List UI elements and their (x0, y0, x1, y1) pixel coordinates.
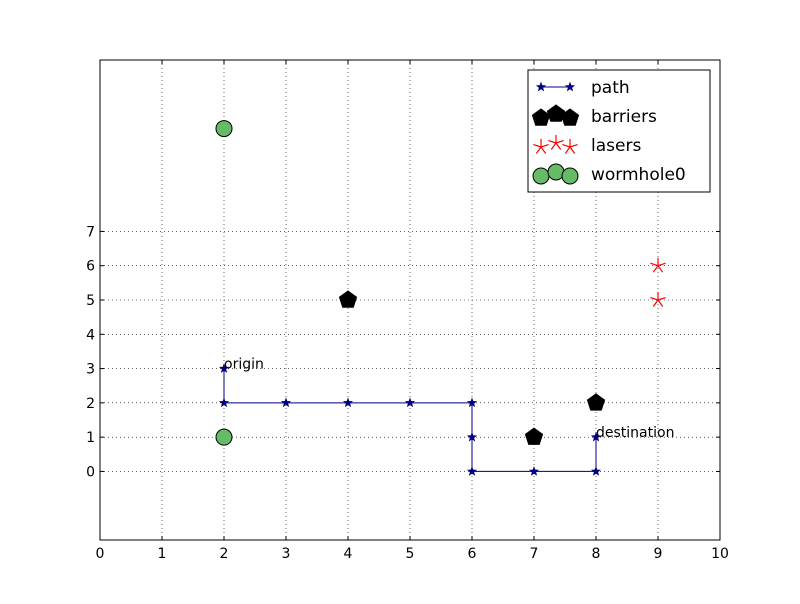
x-tick-label: 10 (711, 546, 729, 562)
legend-label-barriers: barriers (591, 107, 657, 127)
legend-marker-wormhole0 (561, 167, 579, 185)
x-tick-label: 2 (220, 546, 229, 562)
y-tick-label: 4 (86, 327, 95, 343)
x-tick-label: 5 (406, 546, 415, 562)
y-tick-label: 0 (86, 464, 95, 480)
chart: 0 1 2 3 4 5 6 7 8 9 10 0 1 2 3 4 5 6 7 origin destination pat… (0, 0, 800, 600)
legend-label-lasers: lasers (591, 136, 641, 156)
y-tick-label: 6 (86, 259, 95, 275)
series-wormhole0-point (215, 120, 233, 138)
legend-marker-wormhole0 (547, 163, 565, 181)
series-wormhole0-point (215, 428, 233, 446)
y-tick-label: 5 (86, 293, 95, 309)
x-tick-label: 1 (158, 546, 167, 562)
y-tick-label: 7 (86, 224, 95, 240)
x-tick-label: 4 (344, 546, 353, 562)
x-tick-label: 3 (282, 546, 291, 562)
x-tick-label: 9 (654, 546, 663, 562)
x-tick-label: 8 (592, 546, 601, 562)
x-tick-label: 6 (468, 546, 477, 562)
x-tick-label: 0 (96, 546, 105, 562)
annotation: origin (224, 357, 264, 373)
y-tick-label: 1 (86, 430, 95, 446)
y-tick-label: 2 (86, 396, 95, 412)
legend-label-path: path (591, 78, 630, 98)
annotation: destination (596, 425, 674, 441)
chart-svg: 0 1 2 3 4 5 6 7 8 9 10 0 1 2 3 4 5 6 7 origin destination pat… (86, 59, 729, 562)
legend-label-wormhole0: wormhole0 (591, 165, 686, 185)
y-tick-label: 3 (86, 362, 95, 378)
legend-marker-wormhole0 (532, 167, 550, 185)
x-tick-label: 7 (530, 546, 539, 562)
